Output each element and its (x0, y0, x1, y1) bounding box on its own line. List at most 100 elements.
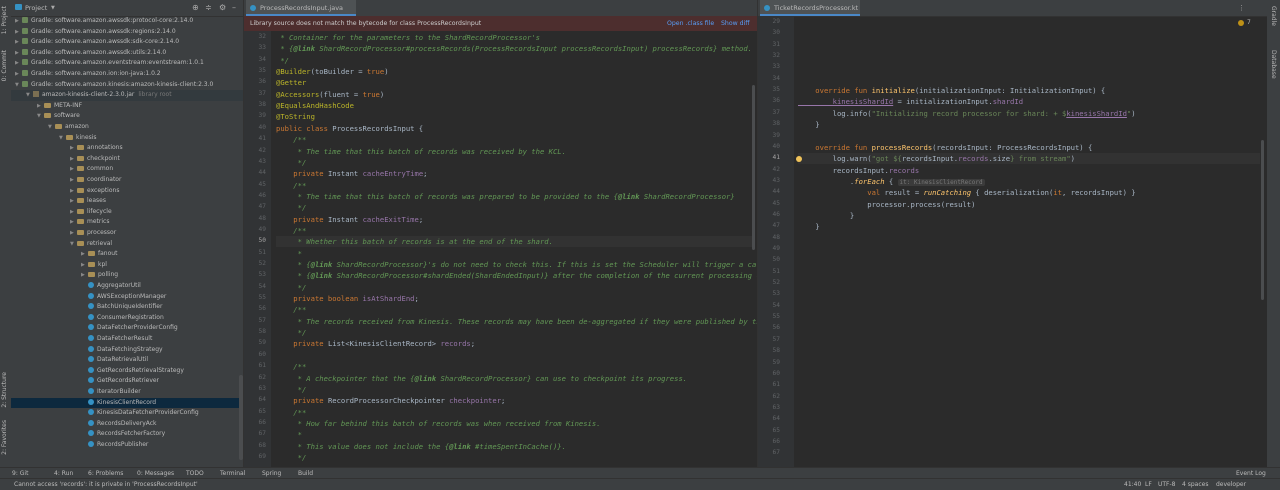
tree-item[interactable]: ▶ Gradle: software.amazon.ion:ion-java:1.… (11, 69, 243, 80)
caret-position[interactable]: 41:40 (1124, 479, 1141, 490)
tree-item[interactable]: ▼ Gradle: software.amazon.kinesis:amazon-… (11, 80, 243, 91)
tree-item[interactable]: RecordsDeliveryAck (11, 419, 243, 430)
tree-item[interactable]: ▼ software (11, 111, 243, 122)
tree-item[interactable]: ▶ META-INF (11, 101, 243, 112)
chevron-down-icon[interactable]: ▼ (51, 5, 55, 11)
database-tool-button[interactable]: Database (1270, 50, 1277, 79)
git-branch[interactable]: developer (1216, 479, 1246, 490)
file-encoding[interactable]: UTF-8 (1158, 479, 1176, 490)
tree-item[interactable]: ▶ leases (11, 196, 243, 207)
chevron-right-icon[interactable]: ▶ (81, 260, 88, 271)
favorites-tool-button[interactable]: 2: Favorites (1, 420, 8, 455)
editor-scrollbar[interactable] (752, 85, 755, 250)
tab-ticket-records-processor[interactable]: TicketRecordsProcessor.kt (760, 0, 860, 16)
tab-process-records-input[interactable]: ProcessRecordsInput.java (246, 0, 356, 16)
tree-item[interactable]: ▶ annotations (11, 143, 243, 154)
tree-item[interactable]: ▶ Gradle: software.amazon.eventstream:eve… (11, 58, 243, 69)
tree-item[interactable]: ▶ processor (11, 228, 243, 239)
folder-icon (77, 155, 84, 161)
chevron-right-icon[interactable]: ▶ (70, 186, 77, 197)
warning-icon[interactable] (1238, 20, 1244, 26)
tree-item[interactable]: ▶ metrics (11, 217, 243, 228)
tree-item[interactable]: IteratorBuilder (11, 387, 243, 398)
chevron-down-icon[interactable]: ▼ (26, 90, 33, 101)
chevron-down-icon[interactable]: ▼ (37, 111, 44, 122)
tree-item[interactable]: GetRecordsRetriever (11, 376, 243, 387)
editor-scrollbar-2[interactable] (1261, 140, 1264, 300)
tree-item[interactable]: ▼ retrieval (11, 239, 243, 250)
open-class-file-link[interactable]: Open .class file (667, 16, 714, 31)
commit-tool-button[interactable]: 0: Commit (1, 50, 8, 81)
project-tool-button[interactable]: 1: Project (1, 6, 8, 34)
chevron-right-icon[interactable]: ▶ (70, 175, 77, 186)
line-number: 58 (258, 328, 266, 336)
tree-item[interactable]: ▶ Gradle: software.amazon.awssdk:utils:2.… (11, 48, 243, 59)
chevron-right-icon[interactable]: ▶ (70, 217, 77, 228)
chevron-right-icon[interactable]: ▶ (15, 37, 22, 48)
chevron-down-icon[interactable]: ▼ (48, 122, 55, 133)
tree-item[interactable]: KinesisClientRecord (11, 397, 243, 409)
chevron-right-icon[interactable]: ▶ (15, 48, 22, 59)
gear-icon[interactable]: ⚙ (219, 3, 226, 12)
tree-item[interactable]: ▶ Gradle: software.amazon.awssdk:regions:… (11, 27, 243, 38)
hide-icon[interactable]: – (232, 3, 236, 12)
tree-item[interactable]: ▶ fanout (11, 249, 243, 260)
chevron-right-icon[interactable]: ▶ (15, 16, 22, 27)
split-menu-icon[interactable]: ⋮ (1238, 4, 1245, 12)
tree-item[interactable]: DataFetcherResult (11, 334, 243, 345)
tree-item[interactable]: DataFetcherProviderConfig (11, 323, 243, 334)
line-separator[interactable]: LF (1145, 479, 1152, 490)
structure-tool-button[interactable]: 2: Structure (1, 372, 8, 408)
warning-count[interactable]: 7 (1247, 19, 1251, 26)
tree-item[interactable]: ▶ Gradle: software.amazon.awssdk:sdk-core… (11, 37, 243, 48)
class-icon (88, 356, 94, 363)
chevron-right-icon[interactable]: ▶ (81, 249, 88, 260)
tree-item[interactable]: AggregatorUtil (11, 281, 243, 292)
chevron-right-icon[interactable]: ▶ (70, 164, 77, 175)
tree-item[interactable]: KinesisDataFetcherProviderConfig (11, 408, 243, 419)
tree-item[interactable]: DataRetrievalUtil (11, 355, 243, 366)
tree-item[interactable]: ▼ amazon-kinesis-client-2.3.0.jar library … (11, 90, 243, 101)
chevron-down-icon[interactable]: ▼ (15, 80, 22, 91)
collapse-all-icon[interactable]: ≑ (205, 3, 212, 12)
tree-item[interactable]: ▼ amazon (11, 122, 243, 133)
code-line: */ (276, 384, 307, 394)
chevron-right-icon[interactable]: ▶ (37, 101, 44, 112)
locate-icon[interactable]: ⊕ (192, 3, 199, 12)
chevron-right-icon[interactable]: ▶ (70, 228, 77, 239)
tree-item[interactable]: ▶ coordinator (11, 175, 243, 186)
chevron-right-icon[interactable]: ▶ (15, 27, 22, 38)
chevron-right-icon[interactable]: ▶ (70, 207, 77, 218)
gradle-tool-button[interactable]: Gradle (1270, 6, 1277, 26)
chevron-right-icon[interactable]: ▶ (15, 69, 22, 80)
tree-item[interactable]: ▶ common (11, 164, 243, 175)
tree-item[interactable]: AWSExceptionManager (11, 292, 243, 303)
chevron-right-icon[interactable]: ▶ (81, 270, 88, 281)
lightbulb-icon[interactable] (796, 156, 802, 162)
tree-item[interactable]: ▶ checkpoint (11, 154, 243, 165)
tree-item[interactable]: ▶ lifecycle (11, 207, 243, 218)
tree-item[interactable]: BatchUniqueIdentifier (11, 302, 243, 313)
project-panel-title[interactable]: Project (25, 4, 47, 12)
chevron-down-icon[interactable]: ▼ (59, 133, 66, 144)
tree-item[interactable]: RecordsFetcherFactory (11, 429, 243, 440)
tree-item[interactable]: RecordsPublisher (11, 440, 243, 451)
indent-setting[interactable]: 4 spaces (1182, 479, 1208, 490)
chevron-down-icon[interactable]: ▼ (70, 239, 77, 250)
tree-item[interactable]: GetRecordsRetrievalStrategy (11, 366, 243, 377)
code-line: * This value does not include the {@link… (276, 441, 566, 451)
tree-item[interactable]: ▶ kpl (11, 260, 243, 271)
chevron-right-icon[interactable]: ▶ (70, 154, 77, 165)
tree-item[interactable]: DataFetchingStrategy (11, 345, 243, 356)
tree-item-label: kinesis (76, 133, 97, 141)
tree-item[interactable]: ▶ polling (11, 270, 243, 281)
tree-item[interactable]: ▶ Gradle: software.amazon.awssdk:protocol… (11, 16, 243, 27)
tree-item[interactable]: ▶ exceptions (11, 186, 243, 197)
chevron-right-icon[interactable]: ▶ (70, 196, 77, 207)
chevron-right-icon[interactable]: ▶ (70, 143, 77, 154)
chevron-right-icon[interactable]: ▶ (15, 58, 22, 69)
tree-item[interactable]: ▼ kinesis (11, 133, 243, 144)
code-line: override fun initialize(initializationIn… (798, 86, 1106, 96)
tree-item[interactable]: ConsumerRegistration (11, 313, 243, 324)
show-diff-link[interactable]: Show diff (721, 16, 750, 31)
